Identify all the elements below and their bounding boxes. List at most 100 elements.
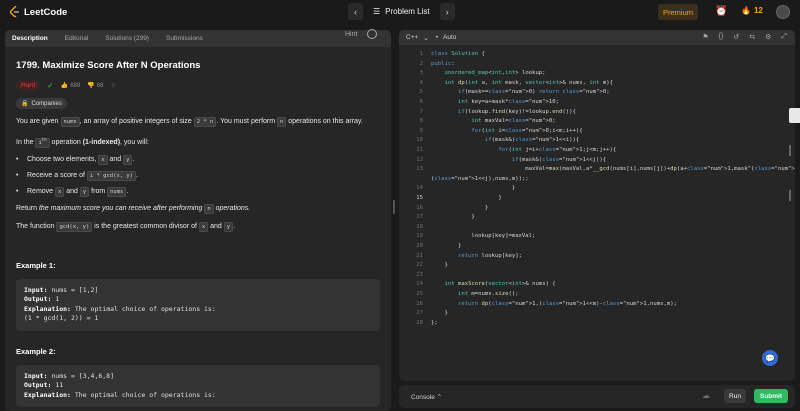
code-text: } [431, 310, 448, 317]
star-icon[interactable]: ☆ [110, 82, 115, 89]
auto-mode-toggle[interactable]: • Auto [436, 34, 457, 41]
example-1-explanation: Explanation: The optimal choice of opera… [24, 305, 372, 315]
code-line[interactable]: (class="num">1<<j),nums,m));; [399, 176, 795, 185]
tab-submissions[interactable]: Submissions [166, 35, 203, 42]
code-line[interactable]: 23 [399, 272, 795, 281]
streak-counter[interactable]: 🔥 12 [741, 6, 763, 15]
line-number: 1 [419, 51, 423, 57]
code-line[interactable]: 2 public: [399, 61, 795, 70]
language-select[interactable]: C++ ⌄ [406, 34, 429, 42]
chat-button[interactable]: 💬 [762, 350, 778, 366]
editor-scroll-mark [789, 145, 791, 156]
code-line[interactable]: 22 } [399, 262, 795, 271]
next-problem-button[interactable]: › [439, 3, 455, 20]
code-line[interactable]: 25 int m=nums.size(); [399, 291, 795, 300]
inline-code: i * gcd(x, y) [86, 170, 136, 181]
logo-text: LeetCode [24, 6, 68, 18]
example-1-output: Output: 1 [24, 295, 372, 305]
line-number: 22 [416, 262, 423, 269]
notes-side-tab[interactable] [789, 108, 800, 123]
hint-button[interactable]: Hint [345, 31, 357, 38]
code-line[interactable]: 10 if(mask&(class="num">1<<i)){ [399, 137, 795, 146]
dislike-button[interactable]: 👎 68 [87, 82, 103, 90]
code-line[interactable]: 24 int maxScore(vector<int>& nums) { [399, 281, 795, 290]
settings-icon[interactable]: ⚙ [765, 33, 771, 41]
code-line[interactable]: 14 } [399, 185, 795, 194]
line-number: 19 [416, 233, 423, 240]
code-text: } [431, 243, 462, 249]
text: Return [16, 204, 39, 212]
example-2-title: Example 2: [16, 346, 56, 356]
text: . [126, 187, 129, 195]
alarm-clock-icon[interactable]: ⏰ [715, 6, 727, 17]
top-bar: LeetCode ‹ ☰ Problem List › Premium ⏰ 🔥 … [0, 0, 800, 25]
code-line[interactable]: 26 return dp(class="num">1,(class="num">… [399, 301, 795, 310]
problem-list-button[interactable]: ☰ Problem List [367, 3, 436, 20]
tab-editorial[interactable]: Editorial [65, 35, 88, 42]
bookmark-icon[interactable]: ⚑ [702, 33, 708, 41]
code-line[interactable]: 5 if(mask==class="num">0) return class="… [399, 89, 795, 98]
code-line[interactable]: 8 int maxVal=class="num">0; [399, 118, 795, 127]
inline-code: nums [60, 117, 80, 127]
tab-solutions[interactable]: Solutions (299) [105, 35, 149, 42]
code-line[interactable]: 16 } [399, 205, 795, 214]
tab-description[interactable]: Description [12, 35, 48, 42]
avatar[interactable] [776, 5, 790, 19]
code-line[interactable]: 6 int key=a+mask*class="num">10; [399, 99, 795, 108]
code-line[interactable]: 20 } [399, 243, 795, 252]
console-toggle[interactable]: Console ⌃ [411, 393, 442, 401]
info-icon[interactable] [367, 29, 377, 39]
example-2-explanation: Explanation: The optimal choice of opera… [24, 391, 372, 401]
label: Explanation: [24, 390, 71, 399]
panel-resize-handle[interactable] [393, 200, 395, 214]
prev-problem-button[interactable]: ‹ [348, 3, 363, 20]
example-1-title: Example 1: [16, 260, 56, 270]
line-number: 10 [416, 137, 423, 144]
code-line[interactable]: 19 lookup[key]=maxVal; [399, 233, 795, 242]
premium-button[interactable]: Premium [658, 4, 698, 20]
code-line[interactable]: 28}; [399, 320, 795, 329]
companies-tag[interactable]: 🔒 Companies [16, 98, 67, 109]
code-line[interactable]: 13 maxVal=max(maxVal,a*__gcd(nums[i],num… [399, 166, 795, 175]
inline-code: gcd(x, y) [56, 221, 93, 232]
text: . [233, 222, 236, 230]
shortcut-icon[interactable]: ⇆ [749, 33, 755, 41]
reset-icon[interactable]: ↺ [733, 33, 739, 41]
list-icon: ☰ [373, 7, 381, 16]
code-line[interactable]: 27 } [399, 310, 795, 319]
code-line[interactable]: 12 if(mask&(class="num">1<<j)){ [399, 157, 795, 166]
inline-code: x [55, 186, 65, 197]
line-number: 13 [416, 166, 423, 173]
text: and [107, 155, 124, 163]
code-line[interactable]: 17 } [399, 214, 795, 223]
inline-code: y [223, 221, 234, 232]
logo[interactable]: LeetCode [10, 6, 67, 18]
code-text: int key=a+mask*class="num">10; [457, 99, 560, 105]
submit-button[interactable]: Submit [754, 389, 788, 403]
example-1-box: Input: nums = [1,2] Output: 1 Explanatio… [16, 278, 380, 331]
code-line[interactable]: 4 int dp(int a, int mask, vector<int>& n… [399, 80, 795, 89]
code-line[interactable]: 7 if(lookup.find(key)!=lookup.end()){ [399, 109, 795, 118]
language-label: C++ [406, 34, 419, 41]
code-line[interactable]: 3 unordered_map<int,int> lookup; [399, 70, 795, 79]
code-line[interactable]: 9 for(int i=class="num">0;i<m;i++){ [399, 128, 795, 137]
value: The optimal choice of operations is: [70, 304, 216, 313]
code-line[interactable]: 18 [399, 224, 795, 233]
braces-icon[interactable]: {} [719, 33, 724, 41]
inline-code: n [204, 203, 214, 214]
code-line[interactable]: 1 class Solution { [399, 51, 795, 60]
code-area[interactable]: 1 class Solution {2 public: 3 unordered_map… [399, 45, 795, 381]
code-line[interactable]: 15 } [399, 195, 795, 204]
label: Explanation: [24, 304, 71, 313]
list-item: Receive a score of i * gcd(x, y). [16, 170, 380, 181]
code-line[interactable]: 21 return lookup[key]; [399, 253, 795, 262]
chevron-down-icon: ⌄ [423, 34, 429, 42]
line-number: 26 [416, 300, 423, 307]
fullscreen-icon[interactable]: ⤢ [781, 33, 787, 41]
code-line[interactable]: 11 for(int j=i+class="num">1;j<m;j++){ [399, 147, 795, 156]
line-number: 11 [416, 147, 423, 153]
text: Receive a score of [27, 171, 87, 179]
run-button[interactable]: Run [724, 389, 746, 403]
like-button[interactable]: 👍 888 [61, 82, 81, 90]
chat-icon: 💬 [765, 353, 775, 363]
